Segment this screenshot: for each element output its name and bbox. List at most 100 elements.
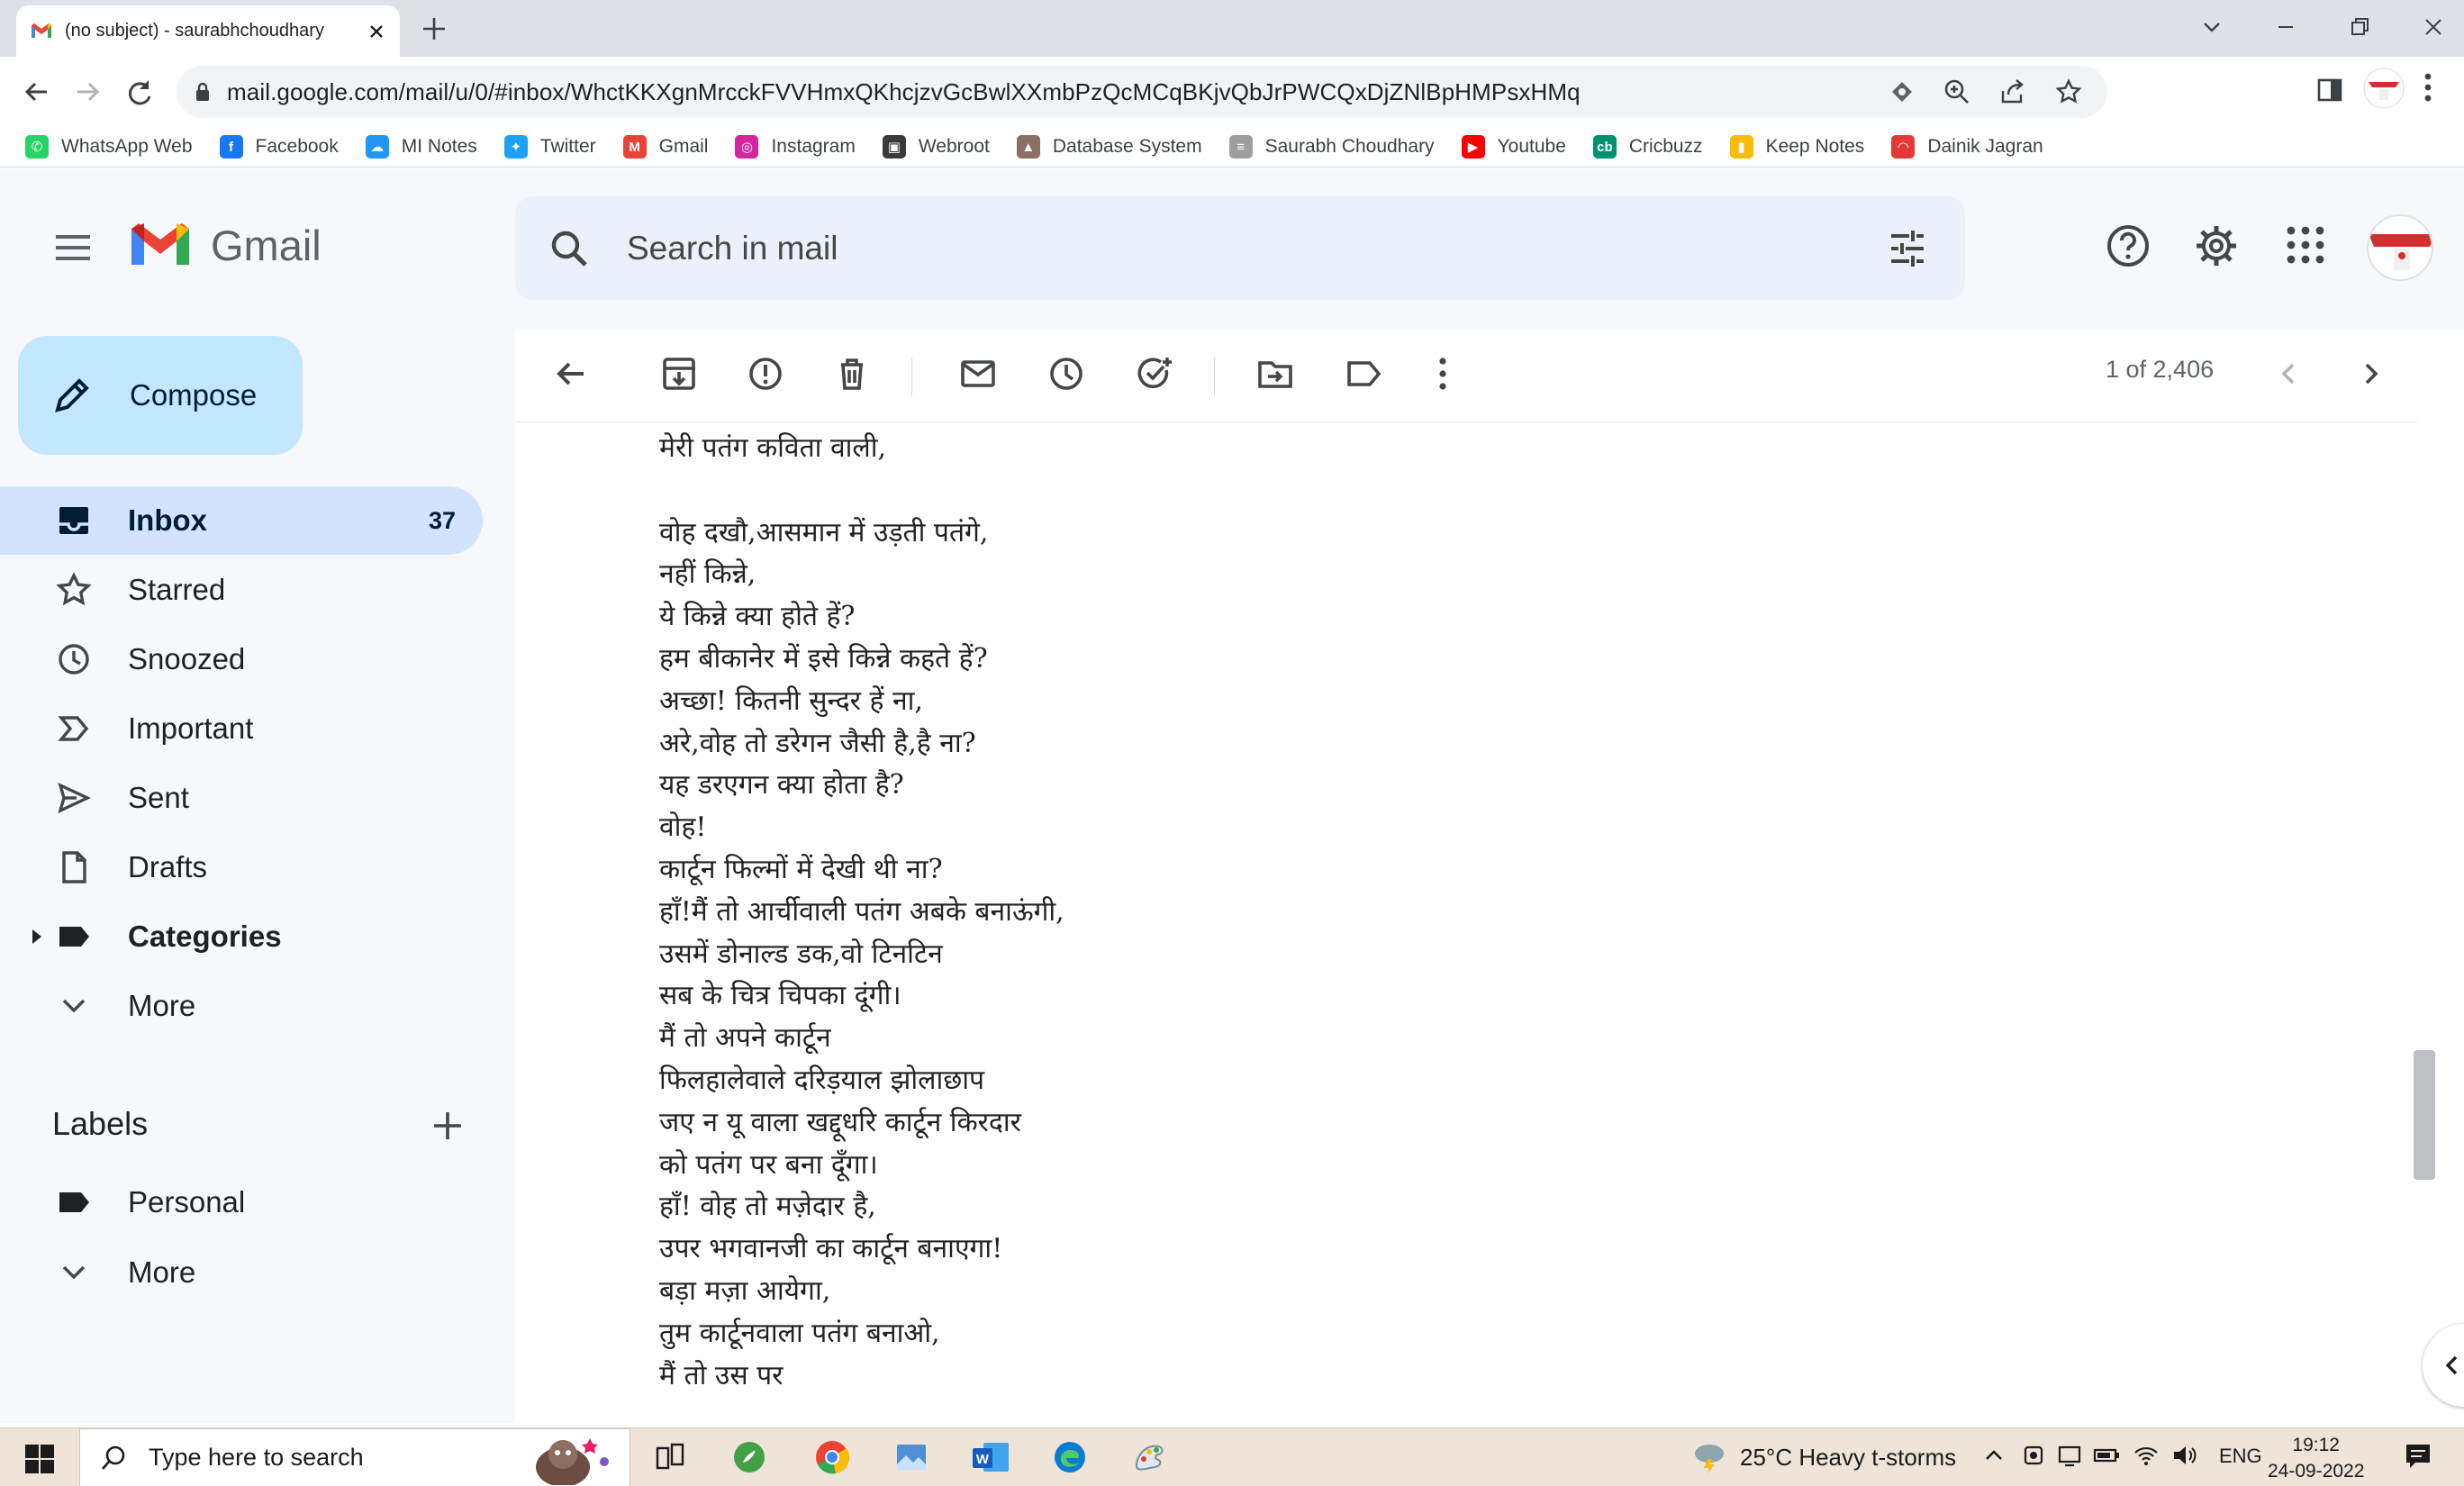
windows-start-icon[interactable]: [25, 1445, 54, 1473]
archive-icon[interactable]: [659, 354, 699, 394]
chrome-menu-icon[interactable]: [2423, 71, 2433, 104]
sidebar-item-categories[interactable]: Categories: [0, 902, 483, 971]
side-panel-icon[interactable]: [2316, 77, 2343, 104]
report-spam-icon[interactable]: [746, 354, 785, 394]
toolbar-divider: [1214, 358, 1215, 395]
show-side-panel-button[interactable]: [2423, 1324, 2464, 1407]
close-tab-icon[interactable]: [367, 23, 385, 41]
move-to-icon[interactable]: [1255, 354, 1295, 394]
account-avatar[interactable]: [2367, 214, 2433, 281]
expand-caret-icon[interactable]: [31, 928, 43, 946]
taskbar-clock[interactable]: 19:12 24-09-2022: [2268, 1432, 2364, 1484]
more-options-icon[interactable]: [1423, 354, 1463, 394]
wifi-icon[interactable]: [2133, 1443, 2160, 1468]
bookmark-item[interactable]: f Facebook: [219, 135, 339, 159]
new-tab-icon[interactable]: [420, 14, 448, 43]
volume-icon[interactable]: [2170, 1443, 2197, 1468]
lock-icon[interactable]: [195, 81, 211, 103]
clock-icon: [56, 641, 92, 677]
bookmark-item[interactable]: cb Cricbuzz: [1592, 135, 1703, 159]
label-item-personal[interactable]: Personal: [0, 1168, 483, 1237]
older-chevron-icon[interactable]: [2351, 354, 2390, 394]
edge-icon[interactable]: [1052, 1439, 1088, 1475]
tab-search-icon[interactable]: [2197, 13, 2226, 41]
chrome-icon[interactable]: [814, 1439, 850, 1475]
email-body-line: वोह दखौ,आसमान में उड़ती पतंगे,: [659, 516, 989, 548]
bookmark-item[interactable]: ✦ Twitter: [503, 135, 596, 159]
task-view-icon[interactable]: [652, 1439, 688, 1475]
search-options-icon[interactable]: [1888, 229, 1927, 268]
word-icon[interactable]: W: [971, 1439, 1010, 1475]
search-icon[interactable]: [549, 229, 589, 268]
delete-icon[interactable]: [832, 354, 872, 394]
google-apps-icon[interactable]: [2284, 223, 2327, 267]
tray-app-icon[interactable]: [2021, 1443, 2046, 1468]
battery-icon[interactable]: [2093, 1443, 2120, 1468]
bookmark-item[interactable]: ✆ WhatsApp Web: [25, 135, 193, 159]
minimize-icon[interactable]: [2271, 13, 2300, 41]
forward-icon[interactable]: [70, 75, 104, 109]
add-task-icon[interactable]: [1135, 354, 1174, 394]
compose-button[interactable]: Compose: [18, 336, 303, 455]
mail-search-box[interactable]: Search in mail: [515, 196, 1965, 300]
paint-icon[interactable]: [1131, 1439, 1167, 1475]
email-body-line: हाँ!मैं तो आर्चीवाली पतंग अबके बनाऊंगी,: [659, 895, 1064, 928]
weather-widget[interactable]: 25°C Heavy t-storms: [1691, 1441, 1956, 1473]
taskbar-search-box[interactable]: Type here to search: [79, 1428, 630, 1486]
newer-chevron-icon[interactable]: [2269, 354, 2309, 394]
create-label-icon[interactable]: [430, 1109, 465, 1143]
tray-display-icon[interactable]: [2057, 1443, 2082, 1468]
back-to-inbox-icon[interactable]: [551, 354, 591, 394]
photos-icon[interactable]: [893, 1439, 929, 1475]
app-green-icon[interactable]: [731, 1439, 767, 1475]
bookmark-label: Cricbuzz: [1628, 136, 1703, 157]
bookmark-item[interactable]: ◠ Dainik Jagran: [1891, 135, 2043, 159]
bookmark-star-icon[interactable]: [2055, 78, 2082, 105]
bookmark-item[interactable]: ≡ Saurabh Choudhary: [1228, 135, 1435, 159]
extension-icon[interactable]: [1889, 79, 1915, 104]
profile-avatar-icon[interactable]: [2363, 68, 2405, 109]
document-icon: ≡: [1228, 135, 1253, 159]
sidebar-item-more[interactable]: More: [0, 972, 483, 1040]
sidebar-item-snoozed[interactable]: Snoozed: [0, 625, 483, 693]
jagran-icon: ◠: [1891, 135, 1916, 159]
support-icon[interactable]: [2106, 223, 2151, 268]
show-hidden-icons-chevron[interactable]: [1981, 1443, 2007, 1468]
label-as-icon[interactable]: [1344, 354, 1383, 394]
bookmark-item[interactable]: M Gmail: [622, 135, 708, 159]
taskbar-search-input[interactable]: Type here to search: [149, 1444, 364, 1472]
scrollbar-thumb[interactable]: [2414, 1050, 2435, 1180]
close-window-icon[interactable]: [2419, 13, 2448, 41]
back-icon[interactable]: [20, 75, 54, 109]
sidebar-item-inbox[interactable]: Inbox 37: [0, 486, 483, 555]
gmail-logo[interactable]: Gmail: [128, 220, 322, 270]
search-input[interactable]: Search in mail: [627, 230, 838, 267]
label-item-more[interactable]: More: [0, 1238, 483, 1307]
notifications-icon[interactable]: [2403, 1441, 2433, 1472]
sidebar-item-sent[interactable]: Sent: [0, 764, 483, 832]
snooze-icon[interactable]: [1046, 354, 1086, 394]
bookmark-item[interactable]: ▶ Youtube: [1461, 135, 1566, 159]
chevron-left-icon: [2445, 1355, 2458, 1375]
bookmark-item[interactable]: ▲ Database System: [1016, 135, 1202, 159]
mark-unread-icon[interactable]: [958, 354, 998, 394]
main-menu-icon[interactable]: [52, 230, 94, 266]
sidebar-item-starred[interactable]: Starred: [0, 556, 483, 624]
restore-icon[interactable]: [2345, 13, 2374, 41]
tab-title: (no subject) - saurabhchoudhary: [65, 21, 324, 41]
email-body-line: अरे,वोह तो डरेगन जैसी है,है ना?: [659, 727, 976, 759]
sidebar-item-drafts[interactable]: Drafts: [0, 833, 483, 902]
bookmark-item[interactable]: ▮ Keep Notes: [1729, 135, 1864, 159]
address-bar[interactable]: mail.google.com/mail/u/0/#inbox/WhctKKXg…: [177, 66, 2107, 118]
reload-icon[interactable]: [122, 75, 157, 109]
browser-tab[interactable]: (no subject) - saurabhchoudhary: [16, 5, 400, 57]
input-language[interactable]: ENG: [2219, 1445, 2262, 1468]
share-icon[interactable]: [1999, 78, 2026, 105]
sidebar-item-important[interactable]: Important: [0, 694, 483, 763]
bookmark-item[interactable]: ▣ Webroot: [882, 135, 990, 159]
label-icon: [56, 919, 92, 955]
bookmark-item[interactable]: ◎ Instagram: [735, 135, 856, 159]
settings-gear-icon[interactable]: [2194, 223, 2239, 268]
bookmark-item[interactable]: ☁ MI Notes: [365, 135, 477, 159]
zoom-icon[interactable]: [1943, 78, 1970, 105]
